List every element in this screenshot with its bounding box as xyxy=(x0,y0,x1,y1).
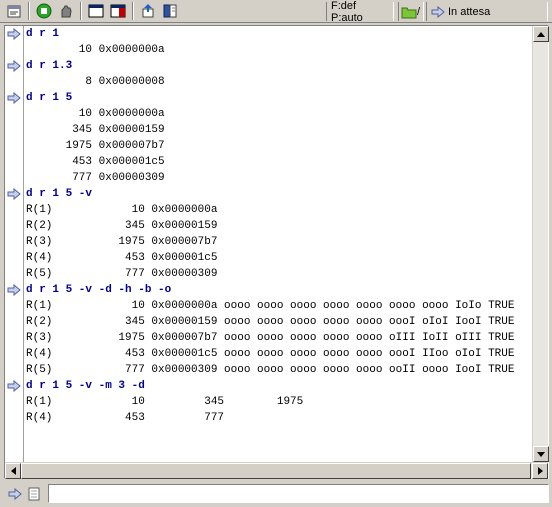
folder-field[interactable]: / xyxy=(398,2,424,21)
output-pane: d r 1 10 0x0000000a d r 1.3 8 0x00000008 d… xyxy=(4,25,549,479)
command-line: d r 1 5 -v -d -h -b -o xyxy=(26,284,172,296)
book-icon[interactable] xyxy=(160,1,180,21)
vertical-scrollbar[interactable] xyxy=(532,26,549,462)
status-field: F:def P:auto xyxy=(326,0,394,24)
prompt-arrow-icon xyxy=(7,92,21,104)
horizontal-scrollbar[interactable] xyxy=(5,462,548,479)
scroll-left-button[interactable] xyxy=(5,463,21,479)
output-line: 10 0x0000000a xyxy=(26,108,165,120)
prompt-arrow-icon xyxy=(8,488,22,500)
output-line: 10 0x0000000a xyxy=(26,44,165,56)
toolbar-separator xyxy=(132,2,134,20)
stop-icon[interactable] xyxy=(56,1,76,21)
output-line: R(1) 10 0x0000000a xyxy=(26,204,218,216)
output-line: R(2) 345 0x00000159 oooo oooo oooo oooo … xyxy=(26,316,515,328)
state-field: In attesa xyxy=(426,2,548,21)
prompt-gutter xyxy=(5,26,24,462)
scroll-right-button[interactable] xyxy=(532,463,548,479)
output-line: R(2) 345 0x00000159 xyxy=(26,220,218,232)
document-icon[interactable] xyxy=(27,487,41,501)
prompt-arrow-icon xyxy=(7,60,21,72)
scroll-up-button[interactable] xyxy=(533,26,549,42)
window-split-icon[interactable] xyxy=(108,1,128,21)
prompt-arrow-icon xyxy=(7,188,21,200)
toolbar-separator xyxy=(28,2,30,20)
export-icon[interactable] xyxy=(138,1,158,21)
output-line: 453 0x000001c5 xyxy=(26,156,165,168)
window-icon[interactable] xyxy=(86,1,106,21)
output-line: R(4) 453 777 xyxy=(26,412,225,424)
output-line: R(1) 10 0x0000000a oooo oooo oooo oooo o… xyxy=(26,300,515,312)
command-line: d r 1 5 -v xyxy=(26,188,93,200)
folder-path: / xyxy=(417,5,421,18)
arrow-right-icon xyxy=(431,5,445,18)
properties-icon[interactable] xyxy=(4,1,24,21)
toolbar-separator xyxy=(80,2,82,20)
output-line: 1975 0x000007b7 xyxy=(26,140,165,152)
horizontal-scroll-thumb[interactable] xyxy=(21,463,531,479)
output-line: R(1) 10 345 1975 xyxy=(26,396,304,408)
prompt-arrow-icon xyxy=(7,380,21,392)
toolbar: F:def P:auto / In attesa xyxy=(0,0,552,24)
output-line: R(4) 453 0x000001c5 oooo oooo oooo oooo … xyxy=(26,348,515,360)
output-line: R(3) 1975 0x000007b7 xyxy=(26,236,218,248)
output-line: R(5) 777 0x00000309 oooo oooo oooo oooo … xyxy=(26,364,515,376)
command-line: d r 1 xyxy=(26,28,60,40)
output-line: R(4) 453 0x000001c5 xyxy=(26,252,218,264)
run-icon[interactable] xyxy=(34,1,54,21)
output-line: R(5) 777 0x00000309 xyxy=(26,268,218,280)
output-line: 777 0x00000309 xyxy=(26,172,165,184)
console-output: d r 1 10 0x0000000a d r 1.3 8 0x00000008 d… xyxy=(26,26,548,462)
status-field-text: F:def P:auto xyxy=(331,0,363,24)
command-input[interactable] xyxy=(48,484,549,503)
state-label: In attesa xyxy=(448,5,491,18)
scroll-down-button[interactable] xyxy=(533,446,549,462)
output-line: 8 0x00000008 xyxy=(26,76,165,88)
folder-icon xyxy=(401,7,417,18)
command-bar xyxy=(0,481,552,507)
prompt-arrow-icon xyxy=(7,28,21,40)
prompt-arrow-icon xyxy=(7,284,21,296)
command-line: d r 1 5 -v -m 3 -d xyxy=(26,380,145,392)
output-line: R(3) 1975 0x000007b7 oooo oooo oooo oooo… xyxy=(26,332,515,344)
output-line: 345 0x00000159 xyxy=(26,124,165,136)
command-line: d r 1.3 xyxy=(26,60,73,72)
command-line: d r 1 5 xyxy=(26,92,73,104)
